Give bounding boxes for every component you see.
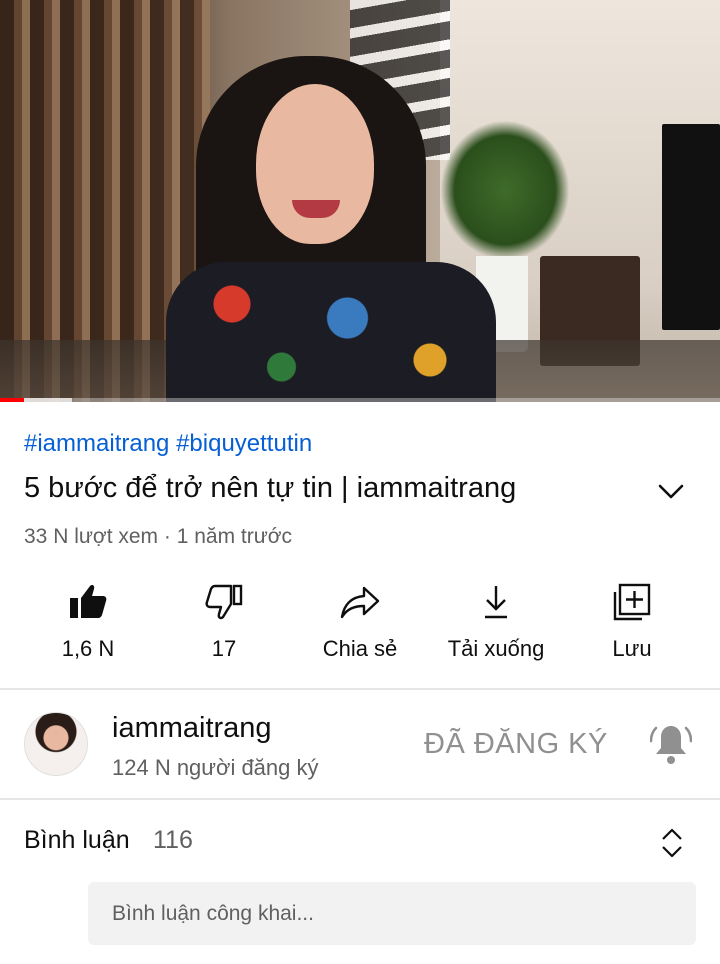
divider [0, 688, 720, 690]
channel-avatar[interactable] [24, 712, 88, 776]
thumb-up-icon [70, 585, 107, 618]
save-button[interactable]: Lưu [572, 576, 692, 672]
share-label: Chia sẻ [322, 636, 398, 661]
subscribed-button[interactable]: ĐÃ ĐĂNG KÝ [424, 728, 608, 761]
video-hashtags[interactable]: #iammaitrang #biquyettutin [24, 430, 312, 458]
progress-buffered [23, 398, 72, 402]
presenter-shirt [166, 262, 496, 402]
dislike-count: 17 [211, 636, 237, 661]
download-button[interactable]: Tải xuống [436, 576, 556, 672]
dislike-button[interactable]: 17 [164, 576, 284, 672]
presenter-face [256, 84, 374, 244]
video-title[interactable]: 5 bước để trở nên tự tin | iammaitrang [24, 472, 516, 505]
video-progress-bar[interactable] [0, 398, 720, 402]
thumb-down-icon [205, 584, 243, 620]
divider [0, 798, 720, 800]
comment-input-box[interactable] [88, 882, 696, 945]
download-icon [485, 586, 507, 619]
save-label: Lưu [612, 636, 652, 661]
subscriber-count: 124 N người đăng ký [112, 755, 319, 780]
like-count: 1,6 N [61, 636, 115, 661]
video-player[interactable] [0, 0, 720, 402]
action-bar: 1,6 N 17 Chia sẻ Tải xuống Lưu [0, 576, 720, 676]
comment-input[interactable] [112, 882, 682, 945]
share-button[interactable]: Chia sẻ [300, 576, 420, 672]
channel-name[interactable]: iammaitrang [112, 712, 272, 745]
like-button[interactable]: 1,6 N [28, 576, 148, 672]
chevron-down-icon[interactable] [654, 474, 688, 508]
share-icon [340, 586, 380, 619]
save-playlist-icon [613, 583, 651, 621]
notification-bell-icon[interactable] [650, 722, 692, 766]
expand-collapse-icon[interactable] [658, 826, 686, 860]
comments-count: 116 [153, 826, 193, 854]
progress-played [0, 398, 24, 402]
download-label: Tải xuống [447, 636, 545, 661]
comments-heading[interactable]: Bình luận [24, 826, 130, 855]
video-meta: 33 N lượt xem · 1 năm trước [24, 525, 293, 548]
